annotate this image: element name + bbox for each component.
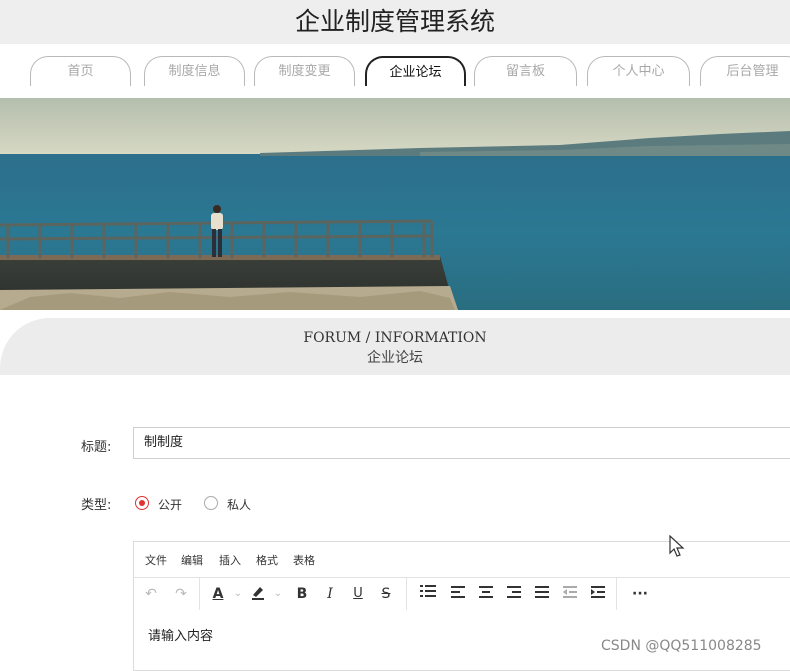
nav-bar: 首页 制度信息 制度变更 企业论坛 留言板 个人中心 后台管理 bbox=[0, 44, 790, 98]
mouse-cursor-icon bbox=[669, 534, 685, 563]
chevron-down-icon[interactable]: ⌄ bbox=[228, 584, 248, 604]
section-title-en: FORUM / INFORMATION bbox=[303, 330, 487, 346]
strikethrough-icon[interactable]: S bbox=[376, 584, 396, 604]
text-color-icon[interactable]: A bbox=[208, 584, 228, 604]
radio-private-label[interactable]: 私人 bbox=[227, 496, 251, 513]
menu-table[interactable]: 表格 bbox=[293, 552, 315, 568]
tab-system-info[interactable]: 制度信息 bbox=[144, 56, 245, 86]
tab-home[interactable]: 首页 bbox=[30, 56, 131, 86]
align-right-icon[interactable] bbox=[504, 584, 524, 604]
type-label: 类型: bbox=[81, 498, 112, 513]
align-center-icon[interactable] bbox=[476, 584, 496, 604]
outdent-icon[interactable] bbox=[560, 584, 580, 604]
more-icon[interactable]: ··· bbox=[630, 584, 650, 604]
editor-content-placeholder[interactable]: 请输入内容 bbox=[148, 625, 213, 644]
italic-icon[interactable]: I bbox=[320, 584, 340, 604]
indent-icon[interactable] bbox=[588, 584, 608, 604]
section-header: FORUM / INFORMATION 企业论坛 bbox=[0, 318, 790, 375]
editor-menubar: 文件 编辑 插入 格式 表格 bbox=[134, 542, 790, 577]
highlight-color-icon[interactable] bbox=[248, 584, 268, 604]
tab-forum[interactable]: 企业论坛 bbox=[365, 56, 466, 86]
menu-edit[interactable]: 编辑 bbox=[181, 552, 203, 568]
menu-insert[interactable]: 插入 bbox=[219, 552, 241, 568]
watermark: CSDN @QQ511008285 bbox=[601, 638, 762, 654]
tab-personal-center[interactable]: 个人中心 bbox=[587, 56, 690, 86]
menu-file[interactable]: 文件 bbox=[145, 552, 167, 568]
section-title-zh: 企业论坛 bbox=[367, 350, 423, 366]
app-title: 企业制度管理系统 bbox=[294, 7, 495, 36]
radio-public[interactable] bbox=[135, 496, 149, 510]
menu-format[interactable]: 格式 bbox=[256, 552, 278, 568]
editor-toolbar: ↶ ↷ A ⌄ ⌄ B I U S ··· bbox=[134, 577, 790, 610]
redo-icon[interactable]: ↷ bbox=[171, 584, 191, 604]
tab-message-board[interactable]: 留言板 bbox=[474, 56, 577, 86]
title-input[interactable]: 制制度 bbox=[133, 427, 790, 459]
title-label: 标题: bbox=[81, 440, 112, 455]
toolbar-separator bbox=[199, 578, 200, 610]
bold-icon[interactable]: B bbox=[292, 584, 312, 604]
title-bar: 企业制度管理系统 bbox=[0, 0, 790, 44]
align-justify-icon[interactable] bbox=[532, 584, 552, 604]
radio-private[interactable] bbox=[204, 496, 218, 510]
radio-public-label[interactable]: 公开 bbox=[158, 496, 182, 513]
tab-system-change[interactable]: 制度变更 bbox=[254, 56, 355, 86]
underline-icon[interactable]: U bbox=[348, 584, 368, 604]
chevron-down-icon[interactable]: ⌄ bbox=[268, 584, 288, 604]
undo-icon[interactable]: ↶ bbox=[141, 584, 161, 604]
banner-image bbox=[0, 98, 790, 310]
tab-admin[interactable]: 后台管理 bbox=[700, 56, 790, 86]
toolbar-separator bbox=[406, 578, 407, 610]
align-left-icon[interactable] bbox=[448, 584, 468, 604]
bullet-list-icon[interactable] bbox=[418, 584, 438, 604]
toolbar-separator bbox=[616, 578, 617, 610]
